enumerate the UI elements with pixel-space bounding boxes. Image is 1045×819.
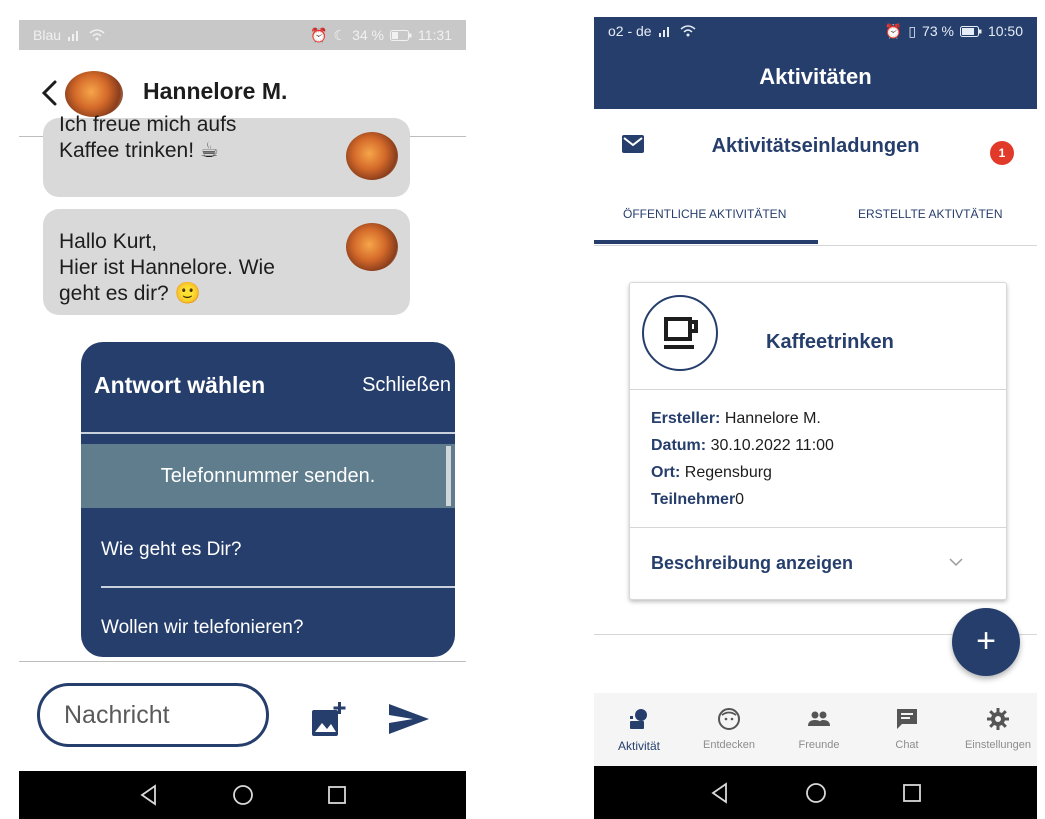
date-key: Datum: [651, 437, 707, 454]
activity-title: Kaffeetrinken [766, 331, 894, 353]
status-bar: o2 - de ⏰ ▯ 73 % 10:50 [594, 17, 1037, 45]
wifi-icon [680, 25, 696, 37]
activity-card[interactable]: Kaffeetrinken Ersteller: Hannelore M. Da… [629, 282, 1007, 600]
wifi-icon [89, 29, 105, 41]
alarm-icon: ⏰ [310, 26, 328, 43]
close-button[interactable]: Schließen [362, 374, 451, 397]
battery-percent: 73 % [922, 23, 954, 39]
bottom-navigation: Aktivität Entdecken Freunde Chat Einstel… [594, 693, 1037, 766]
back-arrow-icon[interactable] [37, 78, 63, 108]
scrollbar[interactable] [446, 446, 451, 506]
reply-option-selected[interactable]: Telefonnummer senden. [81, 444, 455, 508]
chat-message: Hallo Kurt, Hier ist Hannelore. Wie geht e… [43, 209, 410, 315]
compose-bar: Nachricht [19, 661, 466, 772]
battery-percent: 34 % [352, 27, 384, 43]
nav-item-chat[interactable]: Chat [867, 693, 947, 766]
clock: 10:50 [987, 23, 1023, 39]
sender-avatar [346, 223, 398, 271]
creator-key: Ersteller: [651, 410, 721, 427]
moon-icon: ☾ [333, 26, 347, 43]
back-triangle-icon[interactable] [708, 781, 732, 805]
carrier-label: Blau [33, 27, 62, 43]
message-input[interactable]: Nachricht [37, 683, 269, 747]
chat-screen: Blau ⏰ ☾ 34 % 11:31 Hannelore M. Ich fre… [19, 20, 466, 819]
sender-avatar [346, 132, 398, 180]
creator-value: Hannelore M. [724, 410, 821, 427]
battery-icon [390, 29, 412, 41]
nav-label: Freunde [798, 739, 840, 751]
status-bar: Blau ⏰ ☾ 34 % 11:31 [19, 20, 466, 50]
contact-avatar[interactable] [65, 71, 123, 117]
divider [630, 527, 1006, 528]
reply-chooser-panel: Antwort wählen Schließen Telefonnummer s… [81, 342, 455, 657]
nav-label: Aktivität [617, 739, 660, 753]
chat-message: Ich freue mich aufs Kaffee trinken! ☕ [43, 113, 410, 197]
carrier-label: o2 - de [608, 23, 652, 39]
creator-line: Ersteller: Hannelore M. [651, 410, 821, 428]
face-icon [718, 708, 740, 730]
nav-label: Einstellungen [964, 739, 1032, 751]
alarm-icon: ⏰ [884, 22, 903, 39]
people-icon [808, 711, 830, 726]
date-line: Datum: 30.10.2022 11:00 [651, 437, 834, 455]
message-text: Hallo Kurt, Hier ist Hannelore. Wie geht e… [59, 230, 275, 305]
active-tab-indicator [594, 240, 818, 244]
date-value: 30.10.2022 11:00 [710, 437, 834, 454]
back-triangle-icon[interactable] [137, 783, 161, 807]
add-image-icon[interactable] [311, 702, 347, 738]
reply-option[interactable]: Wollen wir telefonieren? [101, 617, 303, 639]
divider [630, 389, 1006, 390]
signal-icon [658, 27, 669, 37]
home-circle-icon[interactable] [231, 783, 255, 807]
participants-line: Teilnehmer0 [651, 491, 744, 509]
add-activity-button[interactable]: + [952, 608, 1020, 676]
system-navigation-bar [594, 766, 1037, 819]
chat-bubble-icon [897, 709, 917, 729]
contact-name: Hannelore M. [143, 78, 288, 104]
participants-value: 0 [735, 491, 745, 508]
send-icon[interactable] [387, 702, 431, 736]
nav-item-activity[interactable]: Aktivität [599, 693, 679, 766]
tab-public-activities[interactable]: ÖFFENTLICHE AKTIVITÄTEN [623, 207, 786, 221]
coffee-cup-icon [664, 317, 698, 349]
clock: 11:31 [418, 27, 452, 43]
recents-square-icon[interactable] [325, 783, 349, 807]
place-value: Regensburg [684, 464, 772, 481]
divider [101, 586, 455, 588]
chevron-down-icon[interactable] [948, 555, 964, 569]
activities-screen: o2 - de ⏰ ▯ 73 % 10:50 Aktivitäten Aktiv… [594, 17, 1037, 819]
divider [81, 432, 455, 434]
place-line: Ort: Regensburg [651, 464, 772, 482]
tab-bar: ÖFFENTLICHE AKTIVITÄTEN ERSTELLTE AKTIVT… [594, 185, 1037, 246]
nav-label: Entdecken [703, 739, 755, 751]
home-circle-icon[interactable] [804, 781, 828, 805]
activity-icon-frame [642, 295, 718, 371]
participants-key: Teilnehmer [651, 491, 736, 508]
battery-icon [959, 25, 982, 37]
vibrate-icon: ▯ [908, 22, 917, 39]
nav-item-settings[interactable]: Einstellungen [958, 693, 1037, 766]
gear-icon [987, 708, 1009, 730]
invitations-label: Aktivitätseinladungen [711, 135, 920, 157]
notification-badge: 1 [990, 141, 1014, 165]
show-description-button[interactable]: Beschreibung anzeigen [651, 553, 853, 574]
reply-panel-title: Antwort wählen [94, 372, 266, 398]
recents-square-icon[interactable] [900, 781, 924, 805]
message-text: Ich freue mich aufs Kaffee trinken! ☕ [59, 113, 237, 162]
activity-invitations-row[interactable]: Aktivitätseinladungen 1 [594, 109, 1037, 186]
nav-label: Chat [895, 739, 919, 751]
activity-person-icon [630, 709, 647, 729]
tab-created-activities[interactable]: ERSTELLTE AKTIVTÄTEN [858, 207, 1002, 221]
nav-item-discover[interactable]: Entdecken [689, 693, 769, 766]
reply-option[interactable]: Wie geht es Dir? [101, 539, 241, 561]
signal-icon [68, 31, 79, 41]
page-title: Aktivitäten [594, 45, 1037, 109]
system-navigation-bar [19, 771, 466, 819]
nav-item-friends[interactable]: Freunde [779, 693, 859, 766]
place-key: Ort: [651, 464, 681, 481]
